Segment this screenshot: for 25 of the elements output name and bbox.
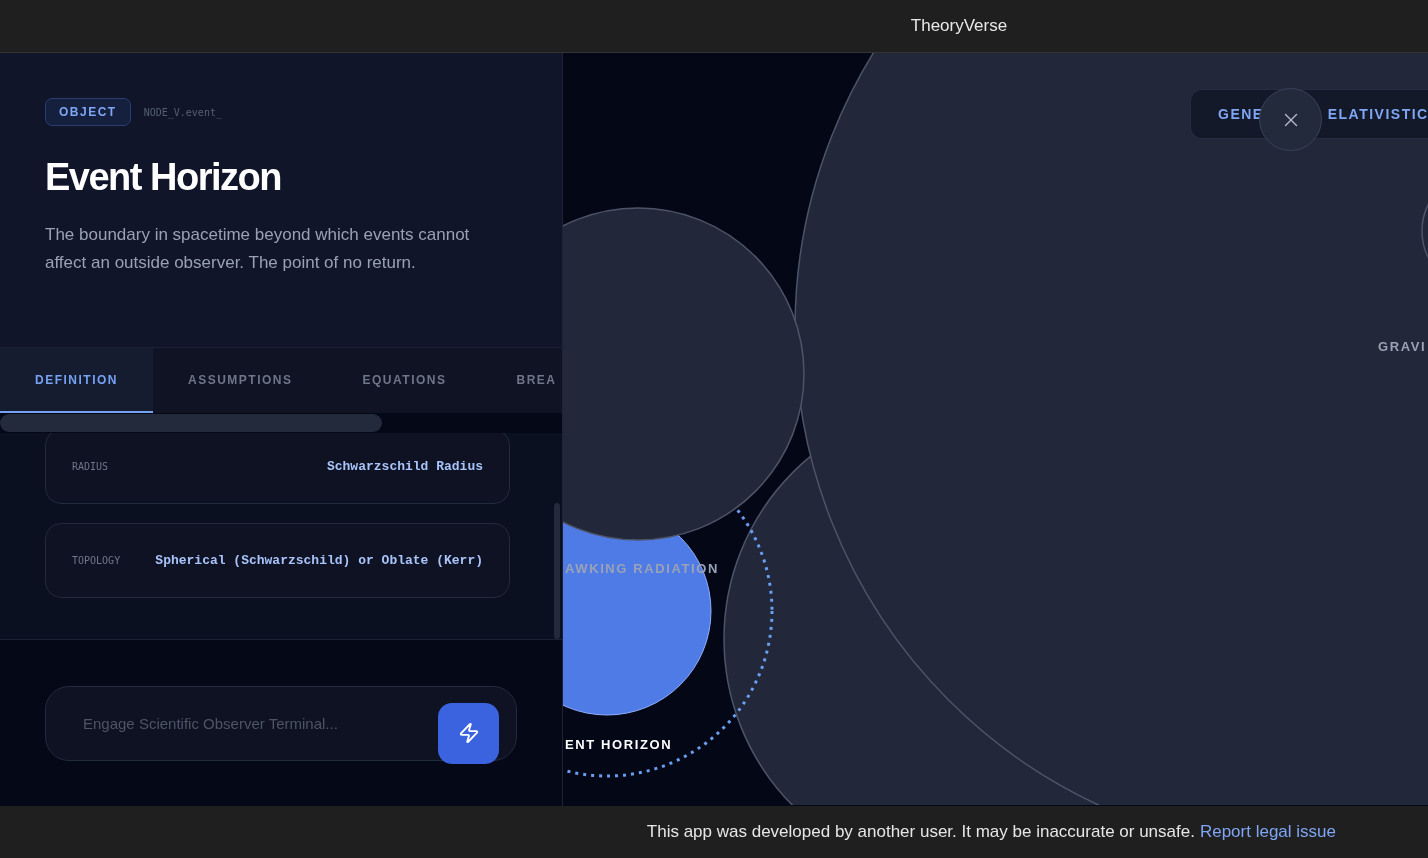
node-label: GRAVI	[1378, 339, 1427, 354]
type-badge: OBJECT	[45, 98, 131, 126]
property-value: Spherical (Schwarzschild) or Oblate (Kerr)	[155, 553, 483, 568]
footer-notice: This app was developed by another user. It may be inaccurate or unsafe.	[646, 822, 1195, 842]
property-value: Schwarzschild Radius	[326, 459, 483, 474]
report-link[interactable]: Report legal issue	[1199, 822, 1336, 842]
app-title: TheoryVerse	[910, 16, 1008, 36]
node-label: ENT HORIZON	[565, 737, 673, 752]
tab[interactable]: EQUATIONS	[327, 348, 482, 413]
property-label: RADIUS	[72, 461, 109, 472]
scrollbar-thumb[interactable]	[0, 414, 382, 432]
scrollbar-thumb[interactable]	[554, 503, 560, 639]
lightning-icon	[457, 722, 480, 744]
tab[interactable]: BREA	[481, 348, 562, 413]
node-description: The boundary in spacetime beyond which events cannot affect an outside observer. The point of no return.	[45, 224, 470, 274]
tab[interactable]: DEFINITION	[0, 348, 153, 413]
tab[interactable]: ASSUMPTIONS	[153, 348, 328, 413]
category-label: GENE	[1218, 106, 1264, 122]
terminal-field[interactable]: Engage Scientific Observer Terminal...	[45, 685, 517, 761]
send-button[interactable]	[438, 702, 499, 764]
node-title: Event Horizon	[45, 156, 282, 199]
node-id: NODE_V.event_	[143, 106, 222, 118]
category-label: ELATIVISTIC	[1327, 106, 1428, 122]
property-label: TOPOLOGY	[72, 555, 121, 566]
terminal-input[interactable]: Engage Scientific Observer Terminal...	[81, 713, 415, 733]
